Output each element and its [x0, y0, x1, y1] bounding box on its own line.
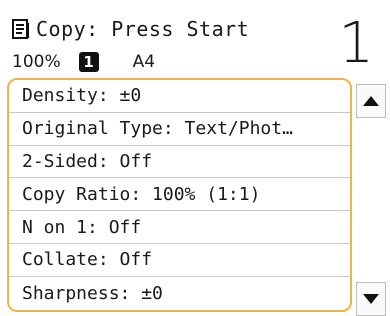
copy-document-icon — [12, 19, 29, 39]
copy-screen: Copy: Press Start 1 100% 1 A4 Density: ±… — [0, 0, 390, 316]
setting-n-on-1[interactable]: N on 1: Off — [9, 211, 350, 244]
setting-2-sided[interactable]: 2-Sided: Off — [9, 146, 350, 179]
screen-title: Copy: Press Start — [36, 17, 250, 41]
setting-copy-ratio[interactable]: Copy Ratio: 100% (1:1) — [9, 178, 350, 212]
setting-collate[interactable]: Collate: Off — [9, 244, 350, 277]
setting-density[interactable]: Density: ±0 — [9, 80, 350, 113]
scroll-up-button[interactable] — [356, 84, 386, 118]
copies-badge: 1 — [78, 52, 99, 72]
copy-ratio-status: 100% — [12, 52, 61, 72]
scroll-down-button[interactable] — [356, 282, 386, 316]
settings-list: Density: ±0 Original Type: Text/Phot… 2-… — [7, 78, 352, 312]
paper-size-status: A4 — [132, 52, 156, 72]
copy-count: 1 — [338, 11, 374, 76]
title-row: Copy: Press Start — [12, 14, 249, 44]
setting-original-type[interactable]: Original Type: Text/Phot… — [9, 113, 350, 146]
status-row: 100% 1 A4 — [12, 50, 155, 74]
setting-sharpness[interactable]: Sharpness: ±0 — [9, 277, 350, 310]
arrow-up-icon — [363, 96, 379, 106]
arrow-down-icon — [363, 294, 379, 304]
